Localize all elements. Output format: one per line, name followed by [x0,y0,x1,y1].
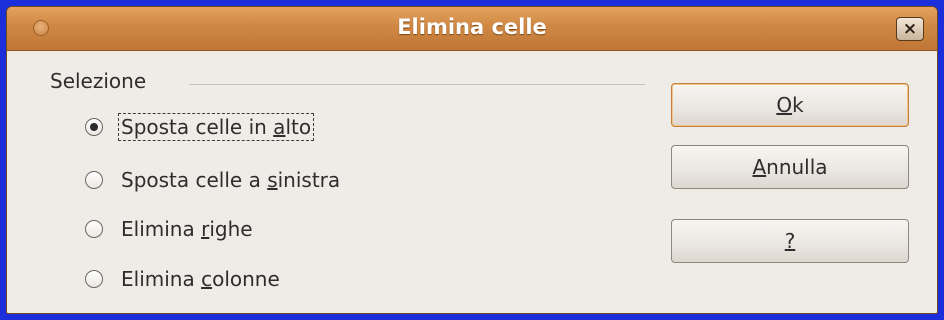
cancel-button[interactable]: Annulla [671,145,909,189]
option-shift-cells-up[interactable]: Sposta celle in alto [85,111,315,143]
option-label[interactable]: Sposta celle in alto [117,113,315,141]
dialog-title: Elimina celle [397,15,547,39]
close-icon[interactable]: × [896,17,924,41]
option-delete-columns[interactable]: Elimina colonne [85,263,282,295]
option-label[interactable]: Elimina colonne [119,266,282,292]
option-delete-rows[interactable]: Elimina righe [85,213,255,245]
title-bar[interactable]: Elimina celle × [7,7,937,51]
radio-delete-rows[interactable] [85,220,103,238]
ok-button[interactable]: Ok [671,83,909,127]
option-label[interactable]: Sposta celle a sinistra [119,167,342,193]
option-label[interactable]: Elimina righe [119,216,255,242]
help-button[interactable]: ? [671,219,909,263]
selection-group-label: Selezione [50,69,147,93]
radio-shift-cells-up[interactable] [85,118,103,136]
radio-shift-cells-left[interactable] [85,171,103,189]
option-shift-cells-left[interactable]: Sposta celle a sinistra [85,164,342,196]
delete-cells-dialog: Elimina celle × Selezione Sposta celle i… [6,6,938,314]
group-divider [189,84,645,85]
radio-delete-columns[interactable] [85,270,103,288]
